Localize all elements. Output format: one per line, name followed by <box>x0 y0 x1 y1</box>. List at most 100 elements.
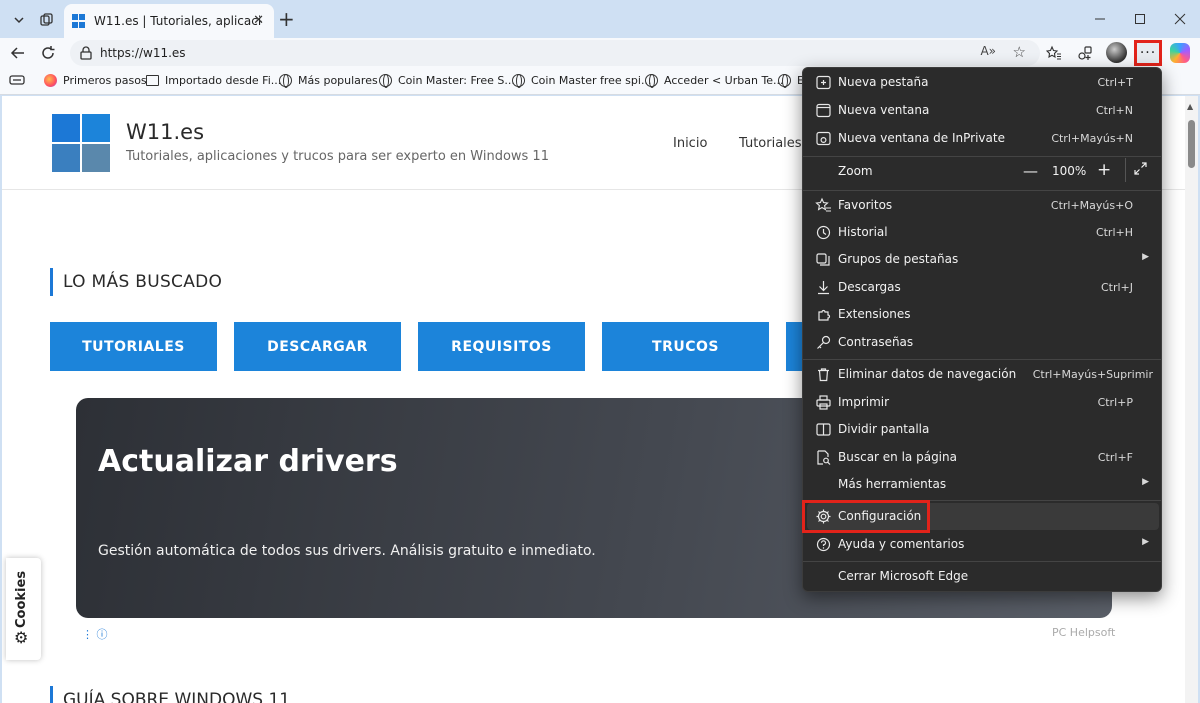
menu-item-favorites[interactable]: Favoritos Ctrl+Mayús+O <box>807 192 1159 219</box>
favorite-item-label: Primeros pasos <box>63 74 147 87</box>
logo-tile <box>52 114 80 142</box>
favorite-item[interactable]: Coin Master: Free S... <box>379 74 515 88</box>
cookies-label: Cookies <box>14 570 29 628</box>
url-text[interactable]: https://w11.es <box>100 46 186 60</box>
back-arrow-icon[interactable] <box>6 41 30 65</box>
menu-item-clear-browsing-data[interactable]: Eliminar datos de navegación Ctrl+Mayús+… <box>807 361 1159 388</box>
zoom-out-button[interactable]: — <box>1023 162 1038 180</box>
scroll-up-icon[interactable]: ▲ <box>1187 102 1193 111</box>
navigation-bar: https://w11.es A» ☆ <box>0 38 1200 68</box>
menu-item-inprivate[interactable]: Nueva ventana de InPrivate Ctrl+Mayús+N <box>807 125 1159 152</box>
menu-item-shortcut: Ctrl+Mayús+N <box>1051 132 1133 145</box>
trucos-button[interactable]: TRUCOS <box>602 322 769 371</box>
close-window-icon[interactable] <box>1160 6 1200 32</box>
collections-icon[interactable] <box>1073 41 1097 65</box>
extensions-icon <box>815 306 832 323</box>
favorite-item[interactable]: Acceder < Urban Te... <box>645 74 784 88</box>
tab-actions-chevron-icon[interactable] <box>6 7 32 33</box>
refresh-icon[interactable] <box>36 41 60 65</box>
menu-item-tab-groups[interactable]: Grupos de pestañas ▶ <box>807 246 1159 273</box>
maximize-icon[interactable] <box>1120 6 1160 32</box>
favorite-item-label: Coin Master: Free S... <box>398 74 515 87</box>
fullscreen-icon[interactable] <box>1133 161 1148 176</box>
section-title: GUÍA SOBRE WINDOWS 11 <box>50 686 290 703</box>
requisitos-button[interactable]: REQUISITOS <box>418 322 585 371</box>
globe-icon <box>379 74 392 88</box>
inprivate-icon <box>815 130 832 147</box>
add-favorite-icon[interactable]: ☆ <box>1013 43 1026 61</box>
chevron-right-icon: ▶ <box>1142 537 1149 547</box>
menu-item-split-screen[interactable]: Dividir pantalla <box>807 416 1159 443</box>
menu-divider <box>803 359 1161 360</box>
menu-item-downloads[interactable]: Descargas Ctrl+J <box>807 274 1159 301</box>
menu-divider <box>803 156 1161 157</box>
settings-and-more-button[interactable]: ··· <box>1134 40 1162 66</box>
tab-groups-icon <box>815 251 832 268</box>
menu-item-extensions[interactable]: Extensiones <box>807 301 1159 328</box>
menu-item-shortcut: Ctrl+P <box>1097 396 1133 409</box>
firefox-icon <box>44 74 57 87</box>
globe-icon <box>279 74 292 88</box>
menu-item-find-on-page[interactable]: Buscar en la página Ctrl+F <box>807 444 1159 471</box>
menu-item-history[interactable]: Historial Ctrl+H <box>807 219 1159 246</box>
favorite-item-label: Acceder < Urban Te... <box>664 74 784 87</box>
favorite-item[interactable]: E <box>778 74 804 88</box>
site-tagline: Tutoriales, aplicaciones y trucos para s… <box>126 149 549 164</box>
menu-item-shortcut: Ctrl+N <box>1095 104 1133 117</box>
trash-icon <box>815 366 832 383</box>
menu-item-shortcut: Ctrl+Mayús+O <box>1050 199 1133 212</box>
read-aloud-icon[interactable]: A» <box>980 44 996 58</box>
globe-icon <box>778 74 791 88</box>
favorite-folder[interactable]: Importado desde Fi... <box>146 74 281 87</box>
lock-icon[interactable] <box>78 45 94 61</box>
menu-item-label: Favoritos <box>838 198 893 212</box>
menu-item-new-tab[interactable]: Nueva pestaña Ctrl+T <box>807 69 1159 96</box>
descargar-button[interactable]: DESCARGAR <box>234 322 401 371</box>
menu-item-label: Buscar en la página <box>838 450 957 464</box>
workspaces-icon[interactable] <box>34 7 60 33</box>
nav-link-inicio[interactable]: Inicio <box>673 136 707 151</box>
favorite-item-label: Importado desde Fi... <box>165 74 282 87</box>
zoom-level: 100% <box>1052 164 1087 178</box>
new-tab-icon <box>815 74 832 91</box>
tab-close-icon[interactable]: ✕ <box>253 13 264 28</box>
menu-item-more-tools[interactable]: Más herramientas ▶ <box>807 471 1159 498</box>
profile-avatar[interactable] <box>1106 42 1127 63</box>
menu-item-label: Más herramientas <box>838 477 947 491</box>
menu-item-new-window[interactable]: Nueva ventana Ctrl+N <box>807 97 1159 124</box>
site-name[interactable]: W11.es <box>126 120 204 144</box>
copilot-icon[interactable] <box>1170 43 1190 63</box>
print-icon <box>815 394 832 411</box>
zoom-in-button[interactable]: + <box>1097 160 1111 180</box>
tutoriales-button[interactable]: TUTORIALES <box>50 322 217 371</box>
menu-item-print[interactable]: Imprimir Ctrl+P <box>807 389 1159 416</box>
globe-icon <box>512 74 525 88</box>
new-tab-button[interactable]: + <box>278 9 295 29</box>
site-logo[interactable] <box>52 114 110 172</box>
scrollbar-thumb[interactable] <box>1188 120 1195 168</box>
favorites-bar-icon[interactable] <box>1042 41 1066 65</box>
logo-tile <box>82 114 110 142</box>
menu-item-label: Dividir pantalla <box>838 422 930 436</box>
menu-item-close-edge[interactable]: Cerrar Microsoft Edge <box>807 563 1159 590</box>
minimize-icon[interactable] <box>1080 6 1120 32</box>
menu-item-label: Contraseñas <box>838 335 914 349</box>
menu-item-label: Historial <box>838 225 888 239</box>
cookies-button[interactable]: Cookies ⚙ <box>6 558 41 660</box>
browser-tab[interactable]: W11.es | Tutoriales, aplicaciones y truc… <box>64 4 274 38</box>
nav-link-tutoriales[interactable]: Tutoriales <box>739 136 802 151</box>
address-bar[interactable]: https://w11.es A» ☆ <box>70 40 1040 66</box>
scrollbar[interactable]: ▲ <box>1185 96 1198 703</box>
favorites-app-icon[interactable] <box>9 74 25 86</box>
split-screen-icon <box>815 421 832 438</box>
favorite-item[interactable]: Coin Master free spi... <box>512 74 651 88</box>
ad-info-icon[interactable]: ⋮ ⓘ <box>82 626 108 642</box>
folder-icon <box>146 75 159 86</box>
menu-item-help-feedback[interactable]: Ayuda y comentarios ▶ <box>807 531 1159 558</box>
favorite-item[interactable]: Más populares <box>279 74 378 88</box>
favorite-item[interactable]: Primeros pasos <box>44 74 147 87</box>
settings-highlight-box <box>802 500 930 533</box>
menu-item-passwords[interactable]: Contraseñas <box>807 329 1159 356</box>
menu-item-shortcut: Ctrl+T <box>1097 76 1133 89</box>
menu-item-label: Eliminar datos de navegación <box>838 367 1017 381</box>
